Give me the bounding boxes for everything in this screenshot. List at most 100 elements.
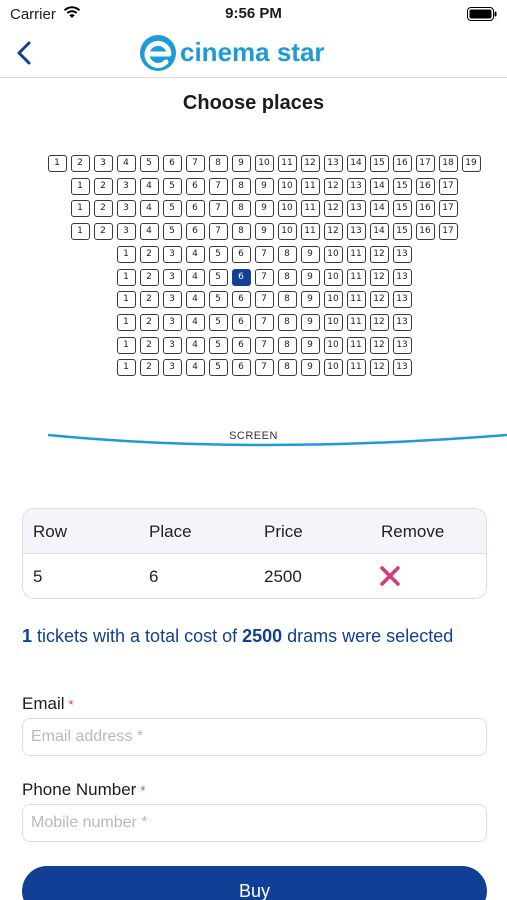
seat-r6-s1[interactable]: 1 [116, 268, 136, 286]
seat-r9-s7[interactable]: 7 [254, 336, 274, 354]
seat-r3-s6[interactable]: 6 [185, 200, 205, 218]
seat-r3-s16[interactable]: 16 [415, 200, 435, 218]
seat-r3-s1[interactable]: 1 [70, 200, 90, 218]
email-field[interactable] [22, 718, 487, 756]
seat-r4-s11[interactable]: 11 [300, 223, 320, 241]
seat-r9-s11[interactable]: 11 [346, 336, 366, 354]
remove-x-icon[interactable] [379, 565, 401, 587]
seat-r2-s9[interactable]: 9 [254, 177, 274, 195]
seat-r5-s8[interactable]: 8 [277, 245, 297, 263]
seat-r3-s3[interactable]: 3 [116, 200, 136, 218]
seat-r4-s6[interactable]: 6 [185, 223, 205, 241]
seat-r10-s4[interactable]: 4 [185, 359, 205, 377]
seat-r6-s2[interactable]: 2 [139, 268, 159, 286]
seat-r8-s13[interactable]: 13 [392, 313, 412, 331]
seat-r5-s4[interactable]: 4 [185, 245, 205, 263]
seat-r7-s12[interactable]: 12 [369, 291, 389, 309]
seat-r1-s11[interactable]: 11 [277, 155, 297, 172]
seat-r9-s3[interactable]: 3 [162, 336, 182, 354]
seat-r10-s5[interactable]: 5 [208, 359, 228, 377]
seat-r7-s9[interactable]: 9 [300, 291, 320, 309]
seat-r4-s8[interactable]: 8 [231, 223, 251, 241]
seat-r10-s12[interactable]: 12 [369, 359, 389, 377]
seat-r4-s16[interactable]: 16 [415, 223, 435, 241]
seat-r5-s9[interactable]: 9 [300, 245, 320, 263]
seat-r2-s5[interactable]: 5 [162, 177, 182, 195]
seat-r6-s11[interactable]: 11 [346, 268, 366, 286]
seat-r5-s6[interactable]: 6 [231, 245, 251, 263]
seat-r3-s8[interactable]: 8 [231, 200, 251, 218]
seat-r2-s17[interactable]: 17 [438, 177, 458, 195]
seat-r6-s8[interactable]: 8 [277, 268, 297, 286]
seat-r9-s13[interactable]: 13 [392, 336, 412, 354]
back-button[interactable] [8, 36, 42, 70]
seat-r9-s10[interactable]: 10 [323, 336, 343, 354]
seat-r4-s4[interactable]: 4 [139, 223, 159, 241]
seat-r5-s11[interactable]: 11 [346, 245, 366, 263]
seat-r2-s2[interactable]: 2 [93, 177, 113, 195]
seat-r6-s5[interactable]: 5 [208, 268, 228, 286]
seat-r9-s2[interactable]: 2 [139, 336, 159, 354]
seat-r3-s17[interactable]: 17 [438, 200, 458, 218]
seat-r1-s13[interactable]: 13 [323, 155, 343, 172]
seat-r2-s14[interactable]: 14 [369, 177, 389, 195]
seat-r1-s4[interactable]: 4 [116, 155, 136, 172]
seat-r10-s9[interactable]: 9 [300, 359, 320, 377]
seat-r6-s13[interactable]: 13 [392, 268, 412, 286]
seat-r3-s14[interactable]: 14 [369, 200, 389, 218]
seat-r9-s6[interactable]: 6 [231, 336, 251, 354]
seat-r8-s1[interactable]: 1 [116, 313, 136, 331]
seat-r4-s3[interactable]: 3 [116, 223, 136, 241]
seat-r5-s3[interactable]: 3 [162, 245, 182, 263]
seat-r2-s3[interactable]: 3 [116, 177, 136, 195]
seat-r2-s1[interactable]: 1 [70, 177, 90, 195]
seat-r9-s5[interactable]: 5 [208, 336, 228, 354]
seat-r8-s10[interactable]: 10 [323, 313, 343, 331]
seat-r4-s13[interactable]: 13 [346, 223, 366, 241]
seat-r9-s9[interactable]: 9 [300, 336, 320, 354]
seat-r2-s7[interactable]: 7 [208, 177, 228, 195]
seat-r6-s6[interactable]: 6 [231, 268, 251, 286]
seat-r1-s16[interactable]: 16 [392, 155, 412, 172]
seat-r5-s13[interactable]: 13 [392, 245, 412, 263]
seat-r1-s2[interactable]: 2 [70, 155, 90, 172]
seat-r9-s4[interactable]: 4 [185, 336, 205, 354]
seat-r3-s10[interactable]: 10 [277, 200, 297, 218]
seat-r8-s4[interactable]: 4 [185, 313, 205, 331]
seat-r1-s14[interactable]: 14 [346, 155, 366, 172]
seat-r4-s12[interactable]: 12 [323, 223, 343, 241]
seat-r4-s15[interactable]: 15 [392, 223, 412, 241]
seat-r3-s4[interactable]: 4 [139, 200, 159, 218]
seat-r4-s5[interactable]: 5 [162, 223, 182, 241]
seat-r7-s8[interactable]: 8 [277, 291, 297, 309]
seat-r10-s10[interactable]: 10 [323, 359, 343, 377]
seat-r10-s1[interactable]: 1 [116, 359, 136, 377]
seat-r4-s2[interactable]: 2 [93, 223, 113, 241]
seat-r7-s3[interactable]: 3 [162, 291, 182, 309]
seat-r1-s6[interactable]: 6 [162, 155, 182, 172]
buy-button[interactable]: Buy [22, 866, 487, 900]
seat-r3-s13[interactable]: 13 [346, 200, 366, 218]
seat-r10-s8[interactable]: 8 [277, 359, 297, 377]
seat-r1-s17[interactable]: 17 [415, 155, 435, 172]
seat-r1-s9[interactable]: 9 [231, 155, 251, 172]
seat-r10-s7[interactable]: 7 [254, 359, 274, 377]
seat-r8-s5[interactable]: 5 [208, 313, 228, 331]
seat-r7-s5[interactable]: 5 [208, 291, 228, 309]
seat-r1-s1[interactable]: 1 [47, 155, 67, 172]
seat-r5-s7[interactable]: 7 [254, 245, 274, 263]
seat-r1-s19[interactable]: 19 [461, 155, 481, 172]
seat-r8-s12[interactable]: 12 [369, 313, 389, 331]
seat-r7-s11[interactable]: 11 [346, 291, 366, 309]
seat-r1-s10[interactable]: 10 [254, 155, 274, 172]
seat-r2-s13[interactable]: 13 [346, 177, 366, 195]
seat-r7-s4[interactable]: 4 [185, 291, 205, 309]
seat-r1-s3[interactable]: 3 [93, 155, 113, 172]
seat-r8-s11[interactable]: 11 [346, 313, 366, 331]
seat-r3-s7[interactable]: 7 [208, 200, 228, 218]
seat-r3-s9[interactable]: 9 [254, 200, 274, 218]
seat-r8-s9[interactable]: 9 [300, 313, 320, 331]
seat-r3-s12[interactable]: 12 [323, 200, 343, 218]
seat-r4-s1[interactable]: 1 [70, 223, 90, 241]
seat-r2-s11[interactable]: 11 [300, 177, 320, 195]
